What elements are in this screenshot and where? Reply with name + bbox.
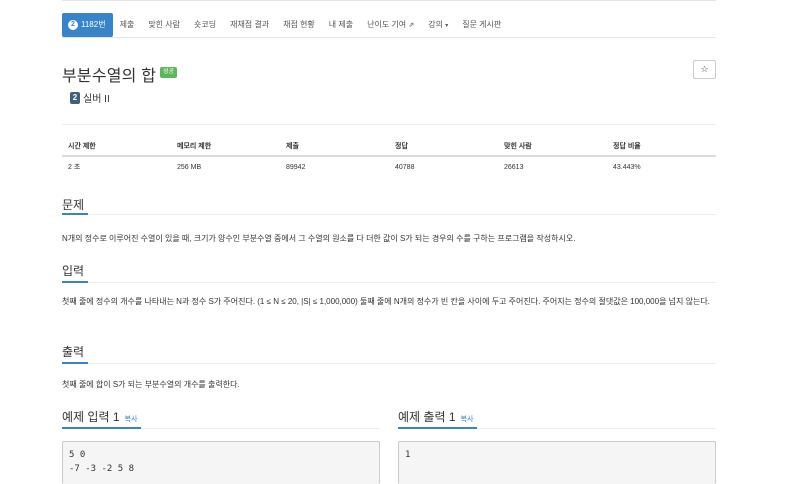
- sample-input-box[interactable]: 5 0 -7 -3 -2 5 8: [62, 441, 380, 484]
- status-badge: 성공: [160, 67, 178, 78]
- copy-sample-input-button[interactable]: 복사: [125, 414, 138, 424]
- tab-submit[interactable]: 제출: [113, 13, 142, 37]
- tab-question-board[interactable]: 질문 게시판: [455, 13, 508, 37]
- sample-input-line: 5 0: [69, 450, 86, 460]
- table-header-cell: 메모리 제한: [171, 137, 280, 157]
- tab-label: 채점 현황: [283, 19, 315, 29]
- tab-label: 제출: [119, 19, 135, 29]
- copy-sample-output-button[interactable]: 복사: [461, 414, 474, 424]
- table-header-cell: 제출: [280, 137, 389, 157]
- table-cell: 26613: [504, 163, 524, 171]
- output-text: 첫째 줄에 합이 S가 되는 부분수열의 개수를 출력한다.: [62, 380, 240, 389]
- sample-input-title: 예제 입력 1: [62, 410, 120, 424]
- heading-underline: [62, 427, 141, 429]
- sample-output-box[interactable]: 1: [398, 441, 716, 484]
- star-button[interactable]: ☆: [693, 60, 716, 79]
- problem-info-table: 시간 제한 메모리 제한 제출 정답 맞힌 사람 정답 비율 2 초 256 M…: [62, 137, 716, 177]
- tab-label: 강의: [428, 19, 443, 29]
- sample-output-heading: 예제 출력 1 복사: [398, 408, 473, 425]
- tab-label: 질문 게시판: [462, 19, 502, 29]
- tab-short-coding[interactable]: 숏코딩: [187, 13, 223, 37]
- table-header-row: 시간 제한 메모리 제한 제출 정답 맞힌 사람 정답 비율: [62, 137, 716, 157]
- tab-lectures[interactable]: 강의 ▾: [421, 13, 455, 37]
- heading-underline: [62, 362, 88, 364]
- table-row: 2 초 256 MB 89942 40788 26613 43.443%: [62, 156, 716, 177]
- caret-down-icon: ▾: [445, 22, 449, 29]
- sample-output-line: 1: [405, 450, 411, 460]
- silver-tier-icon: 2: [70, 91, 80, 104]
- input-heading: 입력: [62, 264, 85, 278]
- tab-problem-number[interactable]: 2 1182번: [62, 12, 113, 37]
- description-divider: [62, 213, 716, 215]
- table-cell: 43.443%: [613, 163, 641, 171]
- tab-label: 맞힌 사람: [148, 19, 180, 29]
- input-text: 첫째 줄에 정수의 개수를 나타내는 N과 정수 S가 주어진다. (1 ≤ N…: [62, 297, 710, 306]
- tab-difficulty-contribution[interactable]: 난이도 기여 ⇗: [360, 13, 421, 37]
- tab-problem-number-label: 1182번: [81, 19, 106, 29]
- heading-underline: [398, 427, 477, 429]
- sample-output-title: 예제 출력 1: [398, 410, 456, 424]
- sample-output-divider: [398, 427, 716, 429]
- table-header-cell: 정답: [389, 137, 498, 157]
- sample-input-heading: 예제 입력 1 복사: [62, 408, 137, 425]
- top-divider: [62, 0, 716, 1]
- tab-judge-status[interactable]: 채점 현황: [276, 13, 322, 37]
- tier-text: 실버 II: [83, 94, 110, 105]
- tab-label: 난이도 기여: [367, 19, 407, 29]
- problem-menu: 2 1182번 제출 맞힌 사람 숏코딩 재채점 결과 채점 현황 내 제출 난…: [62, 12, 716, 38]
- table-header-cell: 맞힌 사람: [498, 137, 607, 157]
- description-text: N개의 정수로 이루어진 수열이 있을 때, 크기가 양수인 부분수열 중에서 …: [62, 234, 576, 243]
- table-cell: 256 MB: [177, 163, 202, 171]
- problem-title: 부분수열의 합: [62, 68, 157, 85]
- tab-label: 내 제출: [328, 19, 354, 29]
- table-cell: 89942: [286, 163, 306, 171]
- table-cell: 2 초: [68, 164, 81, 171]
- tier-label[interactable]: 2 실버 II: [70, 90, 110, 105]
- tab-label: 재채점 결과: [230, 19, 270, 29]
- tab-label: 숏코딩: [193, 19, 217, 29]
- heading-underline: [62, 213, 88, 215]
- divider: [62, 124, 716, 125]
- tab-my-submissions[interactable]: 내 제출: [322, 13, 360, 37]
- table-header-cell: 시간 제한: [62, 137, 171, 157]
- output-divider: [62, 362, 716, 364]
- external-link-icon: ⇗: [408, 21, 415, 29]
- output-heading: 출력: [62, 345, 85, 359]
- input-divider: [62, 281, 716, 283]
- description-heading: 문제: [62, 198, 85, 212]
- sample-input-line: -7 -3 -2 5 8: [69, 464, 135, 474]
- star-icon: ☆: [700, 64, 709, 74]
- heading-underline: [62, 281, 88, 283]
- problem-badge-icon: 2: [68, 19, 78, 30]
- table-header-cell: 정답 비율: [607, 137, 716, 157]
- table-cell: 40788: [395, 163, 415, 171]
- tab-solved-users[interactable]: 맞힌 사람: [141, 13, 187, 37]
- sample-input-divider: [62, 427, 380, 429]
- tab-rejudge-results[interactable]: 재채점 결과: [223, 13, 276, 37]
